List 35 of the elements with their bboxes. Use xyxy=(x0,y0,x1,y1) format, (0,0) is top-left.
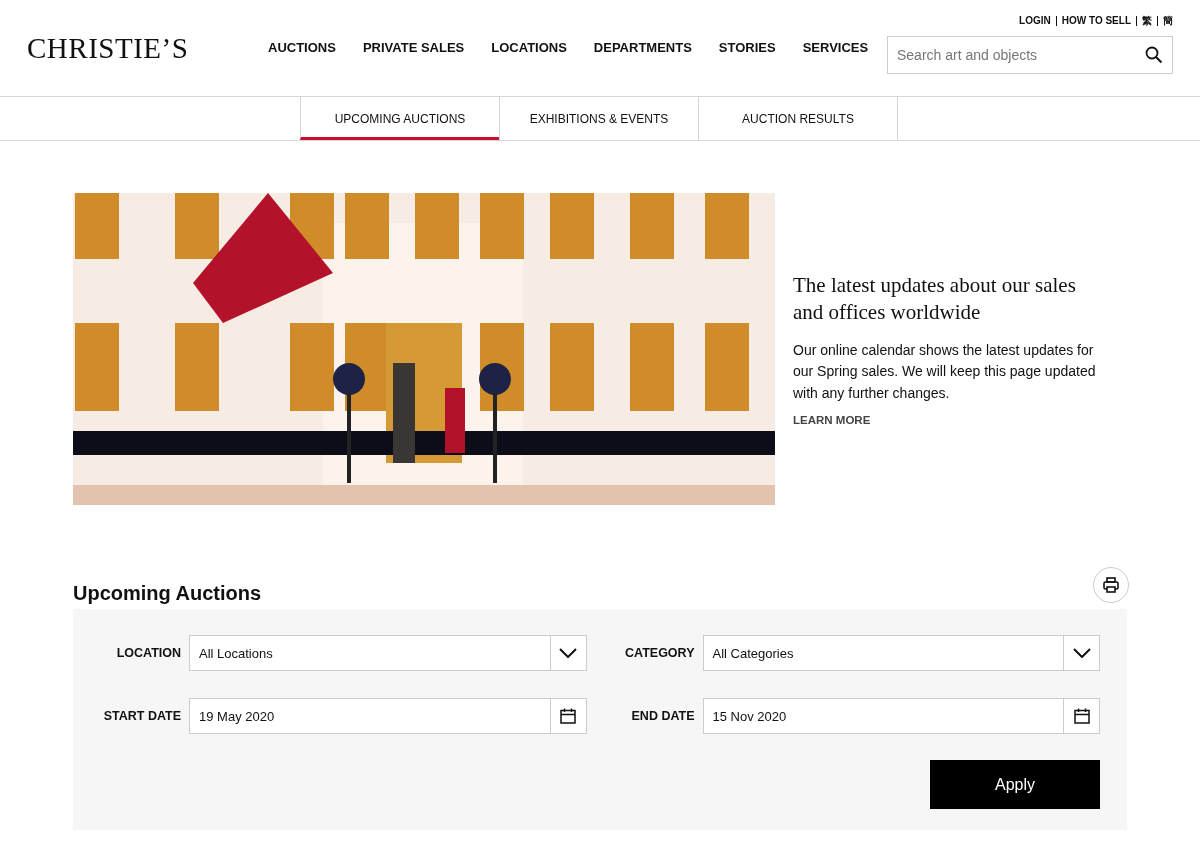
tab[interactable]: AUCTION RESULTS xyxy=(698,97,898,140)
nav-link[interactable]: DEPARTMENTS xyxy=(593,40,692,55)
calendar-icon xyxy=(560,708,576,724)
filter-label: START DATE xyxy=(102,709,182,723)
hero-description: Our online calendar shows the latest updates for our Spring sales. We will keep this page updated with any further changes. xyxy=(793,340,1097,403)
filter-label: CATEGORY xyxy=(624,646,696,660)
print-button[interactable] xyxy=(1093,567,1129,603)
dropdown[interactable]: All Locations xyxy=(189,635,587,671)
logo[interactable]: CHRISTIE’S xyxy=(27,32,257,65)
section-heading: Upcoming Auctions xyxy=(73,582,262,605)
utility-link[interactable]: 繁 xyxy=(1136,16,1152,26)
search-field[interactable]: Search art and objects xyxy=(887,36,1173,74)
utility-link[interactable]: HOW TO SELL xyxy=(1055,16,1131,26)
utility-link[interactable]: 簡 xyxy=(1157,16,1173,26)
nav-link[interactable]: SERVICES xyxy=(802,40,869,55)
chevron-down-icon xyxy=(1072,648,1091,658)
nav-link[interactable]: STORIES xyxy=(718,40,776,55)
tab[interactable]: EXHIBITIONS & EVENTS xyxy=(499,97,698,140)
utility-link[interactable]: LOGIN xyxy=(1019,16,1051,26)
learn-more-link[interactable]: LEARN MORE xyxy=(793,414,1105,427)
filter-label: END DATE xyxy=(630,709,696,723)
chevron-down-icon xyxy=(559,648,577,658)
calendar-icon xyxy=(1073,708,1090,724)
nav-link[interactable]: AUCTIONS xyxy=(268,40,336,55)
filter-label: LOCATION xyxy=(115,646,182,660)
nav-link[interactable]: LOCATIONS xyxy=(491,40,567,55)
printer-icon xyxy=(1102,576,1120,594)
date-field[interactable]: 15 Nov 2020 xyxy=(702,698,1100,734)
tab[interactable]: UPCOMING AUCTIONS xyxy=(300,97,499,140)
date-field[interactable]: 19 May 2020 xyxy=(189,698,587,734)
nav-link[interactable]: PRIVATE SALES xyxy=(362,40,465,55)
hero-heading: The latest updates about our sales and offices worldwide xyxy=(793,271,1077,326)
dropdown[interactable]: All Categories xyxy=(702,635,1100,671)
apply-button[interactable]: Apply xyxy=(930,760,1100,809)
search-icon[interactable] xyxy=(1145,46,1163,64)
